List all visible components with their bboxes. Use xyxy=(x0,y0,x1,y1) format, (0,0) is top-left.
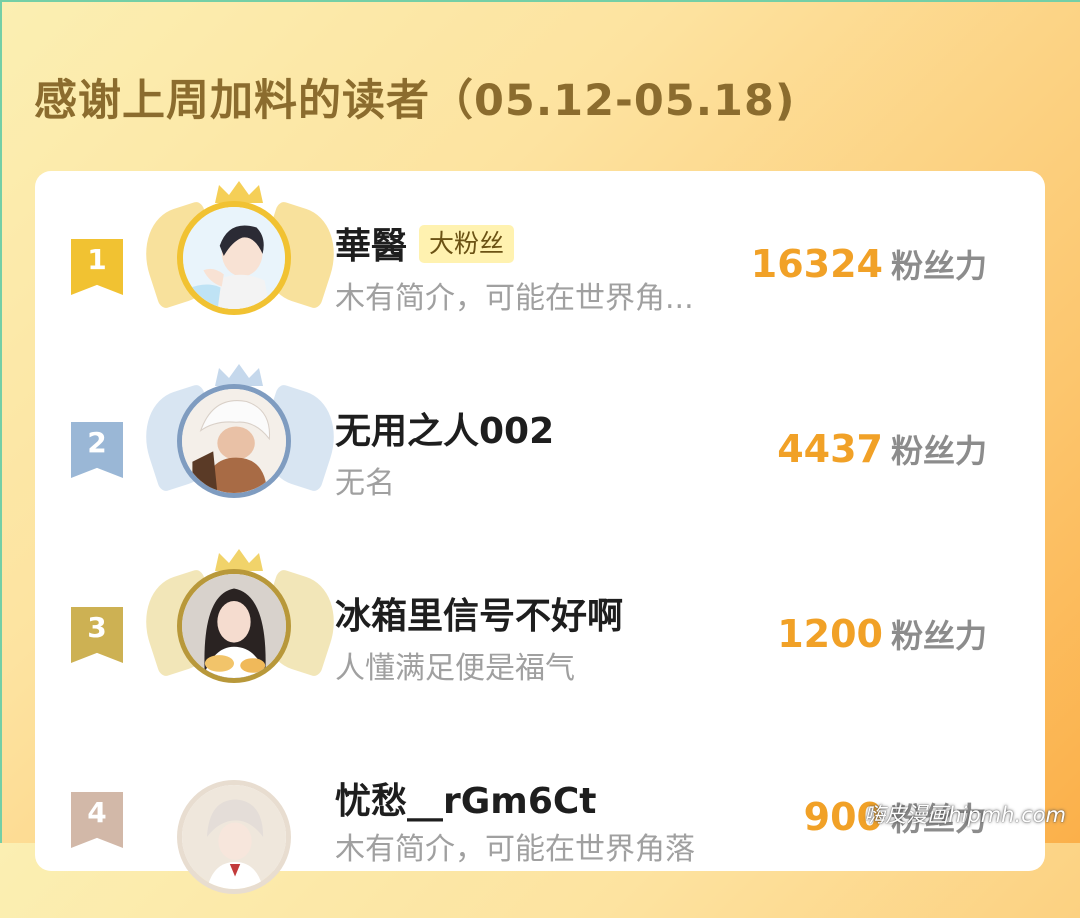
reader-row-2[interactable]: 2 无用之人002 无名 4437 粉丝力 xyxy=(35,356,1045,536)
reader-score-1: 16324 粉丝力 xyxy=(750,242,987,286)
leaderboard-card: 1 華醫 大粉丝 木有简介，可能在世界角... 16324 粉丝力 2 无用之人… xyxy=(35,171,1045,894)
avatar-frame-4 xyxy=(145,758,335,918)
fan-tag-badge: 大粉丝 xyxy=(419,225,515,263)
avatar[interactable] xyxy=(177,780,291,894)
avatar[interactable] xyxy=(177,569,291,683)
reader-name-4[interactable]: 忧愁__rGm6Ct xyxy=(335,772,597,824)
reader-score-2: 4437 粉丝力 xyxy=(777,427,987,471)
reader-desc-3: 人懂满足便是福气 xyxy=(335,651,575,686)
avatar-frame-1 xyxy=(132,179,348,339)
site-watermark: 嗨皮漫画hipmh.com xyxy=(864,803,1066,827)
rank-badge-2: 2 xyxy=(71,422,123,478)
avatar-frame-2 xyxy=(132,362,348,522)
girl-photo-avatar xyxy=(182,574,286,678)
reader-score-3: 1200 粉丝力 xyxy=(777,612,987,656)
reader-desc-2: 无名 xyxy=(335,466,395,501)
page-title: 感谢上周加料的读者（05.12-05.18) xyxy=(34,76,796,126)
reader-row-3[interactable]: 3 冰箱里信号不好啊 人懂满足便是福气 1200 粉丝力 xyxy=(35,541,1045,721)
reader-name-1[interactable]: 華醫 大粉丝 xyxy=(335,217,515,269)
rank-badge-4: 4 xyxy=(71,792,123,848)
reader-desc-4: 木有简介，可能在世界角落 xyxy=(335,832,695,867)
rank-badge-1: 1 xyxy=(71,239,123,295)
silver-hair-anime-avatar xyxy=(182,785,286,889)
reader-name-3[interactable]: 冰箱里信号不好啊 xyxy=(335,587,623,639)
avatar[interactable] xyxy=(177,384,291,498)
reader-name-2[interactable]: 无用之人002 xyxy=(335,402,554,454)
reader-row-1[interactable]: 1 華醫 大粉丝 木有简介，可能在世界角... 16324 粉丝力 xyxy=(35,171,1045,351)
reader-desc-1: 木有简介，可能在世界角... xyxy=(335,281,694,316)
anime-boy-avatar xyxy=(183,207,285,309)
avatar[interactable] xyxy=(177,201,291,315)
white-hair-character-avatar xyxy=(182,389,286,493)
rank-badge-3: 3 xyxy=(71,607,123,663)
avatar-frame-3 xyxy=(132,547,348,707)
